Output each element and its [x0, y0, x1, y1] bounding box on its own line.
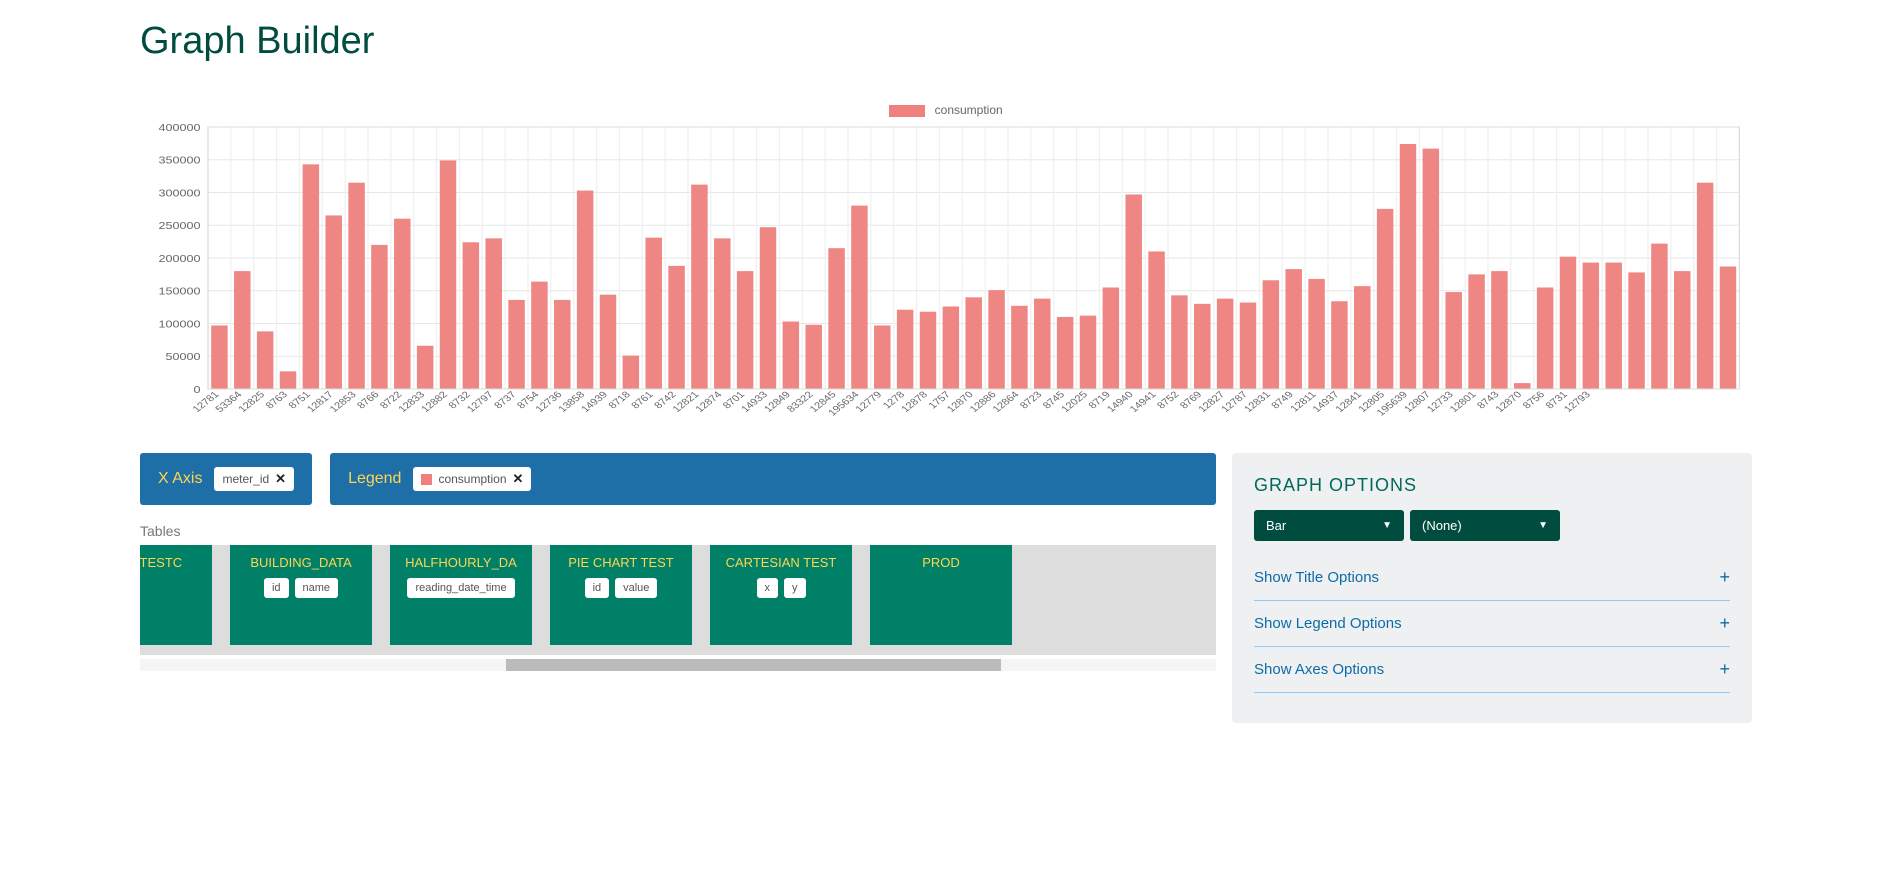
svg-text:12882: 12882: [419, 390, 450, 415]
chart-type-value: Bar: [1266, 518, 1286, 533]
table-field-chip[interactable]: reading_date_time: [407, 578, 514, 598]
legend-swatch: [889, 105, 925, 117]
svg-text:14941: 14941: [1128, 390, 1159, 415]
svg-text:12878: 12878: [899, 390, 930, 415]
svg-text:150000: 150000: [158, 287, 200, 298]
legend-chip-text: consumption: [438, 472, 506, 486]
table-card[interactable]: HALFHOURLY_DA reading_date_time: [390, 545, 532, 645]
table-card[interactable]: PIE CHART TEST idvalue: [550, 545, 692, 645]
svg-text:400000: 400000: [158, 123, 200, 134]
xaxis-chip-text: meter_id: [222, 472, 269, 486]
table-field-chip[interactable]: x: [757, 578, 779, 598]
remove-icon[interactable]: ✕: [275, 471, 286, 487]
remove-icon[interactable]: ✕: [513, 471, 524, 487]
xaxis-chip[interactable]: meter_id ✕: [214, 467, 294, 491]
svg-text:300000: 300000: [158, 189, 200, 200]
options-panel: GRAPH OPTIONS Bar ▼ (None) ▼ Show Title …: [1232, 453, 1752, 723]
tables-strip[interactable]: SINFOTESTCBUILDING_DATAidnameHALFHOURLY_…: [140, 545, 1216, 655]
chart-legend: consumption: [140, 103, 1752, 117]
secondary-value: (None): [1422, 518, 1462, 533]
accordion-label: Show Legend Options: [1254, 615, 1402, 632]
svg-text:250000: 250000: [158, 221, 200, 232]
legend-label: consumption: [935, 103, 1003, 117]
svg-text:8761: 8761: [630, 390, 657, 411]
table-card-title: CARTESIAN TEST: [720, 555, 842, 570]
svg-text:200000: 200000: [158, 254, 200, 265]
svg-text:8737: 8737: [493, 390, 520, 411]
svg-text:12825: 12825: [237, 390, 268, 415]
plus-icon: +: [1719, 613, 1730, 634]
scrollbar-thumb[interactable]: [506, 659, 1001, 671]
table-card[interactable]: BUILDING_DATAidname: [230, 545, 372, 645]
chart-container: consumption 0 50000 100000 150000 200000 2500…: [140, 103, 1752, 433]
svg-text:8718: 8718: [607, 390, 634, 411]
svg-text:12793: 12793: [1562, 390, 1593, 415]
svg-text:12874: 12874: [694, 390, 725, 415]
accordion-label: Show Title Options: [1254, 569, 1379, 586]
accordion-title-options[interactable]: Show Title Options +: [1254, 555, 1730, 601]
svg-text:350000: 350000: [158, 156, 200, 167]
svg-text:12025: 12025: [1059, 390, 1090, 415]
table-card-title: PROD: [880, 555, 1002, 570]
caret-down-icon: ▼: [1538, 520, 1548, 531]
table-field-chip[interactable]: id: [264, 578, 289, 598]
svg-text:14939: 14939: [579, 390, 610, 415]
secondary-select[interactable]: (None) ▼: [1410, 510, 1560, 541]
svg-text:8766: 8766: [355, 390, 382, 411]
svg-text:12801: 12801: [1448, 390, 1479, 415]
xaxis-label: X Axis: [158, 470, 202, 488]
tables-heading: Tables: [140, 523, 1216, 539]
svg-text:12797: 12797: [465, 390, 496, 415]
svg-text:100000: 100000: [158, 320, 200, 331]
legend-dropzone[interactable]: Legend consumption ✕: [330, 453, 1216, 505]
table-card[interactable]: SINFOTESTC: [140, 545, 212, 645]
svg-text:8756: 8756: [1521, 390, 1548, 411]
plus-icon: +: [1719, 567, 1730, 588]
accordion-legend-options[interactable]: Show Legend Options +: [1254, 601, 1730, 647]
table-card[interactable]: PROD: [870, 545, 1012, 645]
legend-chip[interactable]: consumption ✕: [413, 467, 531, 491]
table-card[interactable]: CARTESIAN TEST xy: [710, 545, 852, 645]
table-card-title: BUILDING_DATA: [240, 555, 362, 570]
legend-chip-swatch: [421, 474, 432, 485]
svg-text:8763: 8763: [264, 390, 291, 411]
table-card-title: HALFHOURLY_DA: [400, 555, 522, 570]
svg-text:12831: 12831: [1242, 390, 1273, 415]
svg-text:12853: 12853: [328, 390, 359, 415]
table-field-chip[interactable]: y: [784, 578, 806, 598]
tables-scrollbar[interactable]: [140, 659, 1216, 671]
caret-down-icon: ▼: [1382, 520, 1392, 531]
table-card-title: SINFOTESTC: [140, 555, 202, 570]
options-title: GRAPH OPTIONS: [1254, 475, 1730, 496]
svg-text:8723: 8723: [1018, 390, 1045, 411]
accordion-label: Show Axes Options: [1254, 661, 1384, 678]
legend-box-label: Legend: [348, 470, 401, 488]
accordion-axes-options[interactable]: Show Axes Options +: [1254, 647, 1730, 693]
svg-text:0: 0: [193, 385, 200, 396]
svg-text:12870: 12870: [1494, 390, 1525, 415]
xaxis-dropzone[interactable]: X Axis meter_id ✕: [140, 453, 312, 505]
table-field-chip[interactable]: name: [295, 578, 339, 598]
svg-text:12779: 12779: [854, 390, 885, 415]
svg-text:12864: 12864: [991, 390, 1022, 415]
svg-text:8752: 8752: [1155, 390, 1182, 411]
table-field-chip[interactable]: id: [585, 578, 610, 598]
table-field-chip[interactable]: value: [615, 578, 657, 598]
plus-icon: +: [1719, 659, 1730, 680]
table-card-title: PIE CHART TEST: [560, 555, 682, 570]
chart-type-select[interactable]: Bar ▼: [1254, 510, 1404, 541]
page-title: Graph Builder: [140, 20, 1752, 63]
svg-text:50000: 50000: [165, 352, 200, 363]
bar-chart[interactable]: 0 50000 100000 150000 200000 250000 300000 3500…: [140, 123, 1752, 423]
